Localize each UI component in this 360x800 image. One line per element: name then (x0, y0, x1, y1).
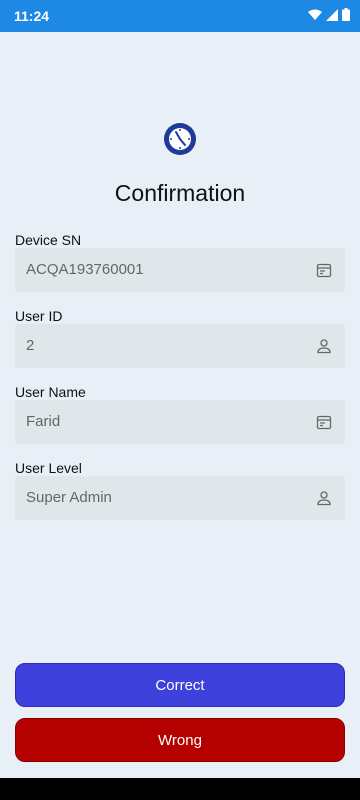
page-title: Confirmation (114, 180, 246, 206)
battery-icon (342, 8, 350, 21)
status-bar: 11:24 (0, 0, 360, 32)
user-id-label: User ID (15, 308, 63, 324)
calendar-icon (316, 262, 332, 278)
user-id-value: 2 (26, 337, 35, 354)
user-name-field[interactable]: Farid (15, 400, 345, 444)
cellular-signal-icon (326, 8, 338, 21)
status-icons (308, 8, 350, 21)
person-icon (316, 490, 332, 506)
status-time: 11:24 (14, 8, 50, 24)
user-name-label: User Name (15, 384, 86, 400)
calendar-icon (316, 414, 332, 430)
person-icon (316, 338, 332, 354)
wifi-icon (308, 9, 322, 21)
device-sn-value: ACQA193760001 (26, 261, 144, 278)
user-level-field[interactable]: Super Admin (15, 476, 345, 520)
navigation-bar (0, 778, 360, 800)
user-name-value: Farid (26, 413, 61, 430)
wrong-button[interactable]: Wrong (15, 718, 345, 762)
user-level-value: Super Admin (26, 489, 112, 506)
device-sn-field[interactable]: ACQA193760001 (15, 248, 345, 292)
device-sn-label: Device SN (15, 232, 82, 248)
user-id-field[interactable]: 2 (15, 324, 345, 368)
clock-icon (164, 123, 196, 155)
user-level-label: User Level (15, 460, 82, 476)
correct-button[interactable]: Correct (15, 663, 345, 707)
